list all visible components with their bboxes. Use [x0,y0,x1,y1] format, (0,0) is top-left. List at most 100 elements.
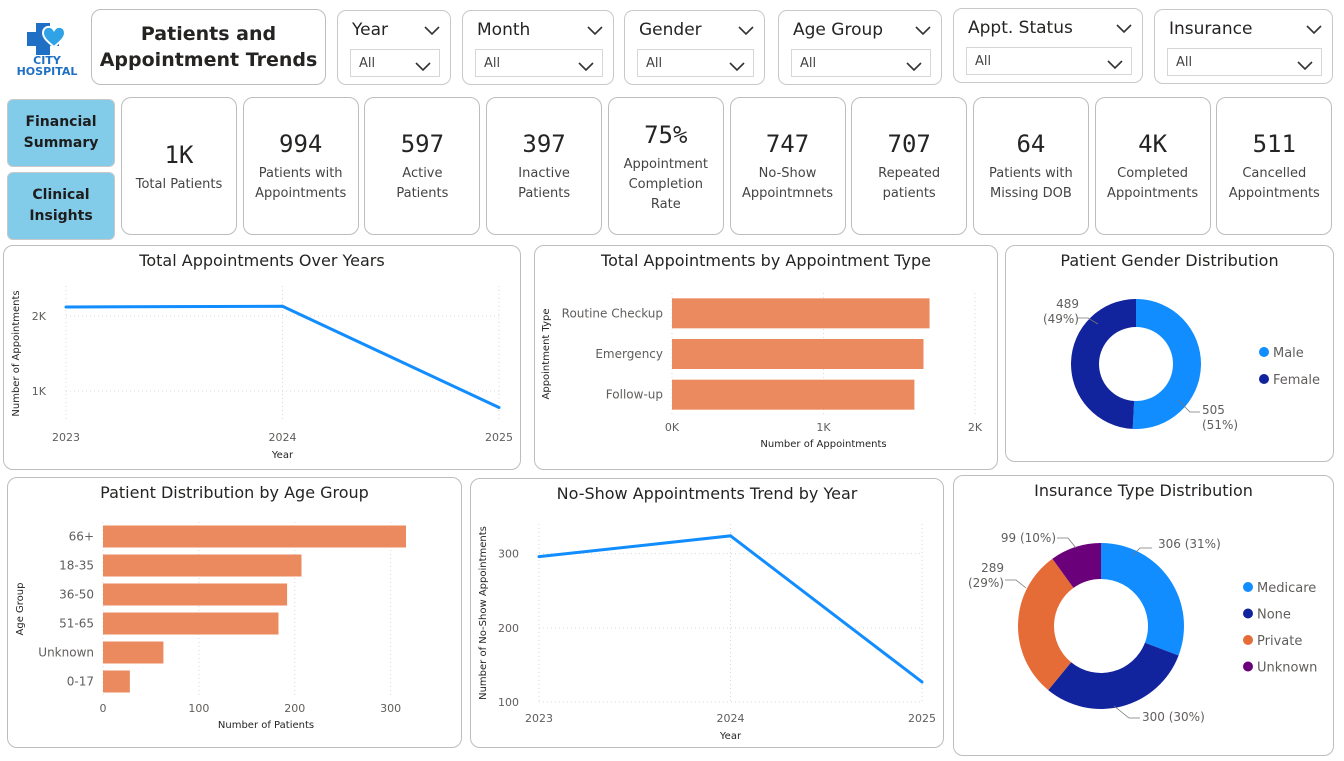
bar [672,298,930,329]
x-tick-label: 2023 [525,712,553,725]
y-axis-title: Number of Appointments [11,290,22,416]
bar [672,379,915,410]
filter-appt-status[interactable]: Appt. Status All [953,8,1143,83]
filter-gender[interactable]: Gender All [624,10,765,85]
chevron-down-icon[interactable] [738,21,754,36]
chevron-down-icon[interactable] [729,57,745,72]
filter-dropdown[interactable]: All [475,49,603,77]
kpi-value: 4K [1138,130,1168,158]
age-group-chart: Patient Distribution by Age Group 0 100 20… [7,477,462,748]
filter-age-group[interactable]: Age Group All [778,10,942,85]
filter-value: All [975,54,992,69]
filter-label: Gender [639,20,702,40]
category-label: 18-35 [59,559,94,573]
kpi-card: 707 Repeated patients [851,97,968,235]
filter-dropdown[interactable]: All [1167,48,1322,76]
legend-label: Medicare [1257,581,1316,596]
chevron-down-icon[interactable] [1107,55,1123,70]
category-label: 0-17 [67,675,94,689]
kpi-card: 4K Completed Appointments [1094,97,1211,235]
kpi-label-line: Total Patients [135,177,223,192]
x-axis-title: Year [719,731,742,742]
financial-line1: Financial [25,114,97,130]
filter-insurance[interactable]: Insurance All [1154,9,1333,84]
kpi-card: 747 No-Show Appointmnets [729,97,846,235]
page-title-line2: Appointment Trends [99,49,318,71]
kpi-label-line: Completed [1117,166,1189,181]
y-axis-title: Appointment Type [541,309,552,400]
filter-month[interactable]: Month All [462,10,614,85]
kpi-card: 994 Patients with Appointments [242,97,359,235]
kpi-label-line: No-Show [758,166,817,181]
filter-dropdown[interactable]: All [350,49,440,77]
appointments-by-type-chart: Total Appointments by Appointment Type 0… [534,245,998,470]
legend-marker [1259,374,1269,384]
insurance-distribution-plot: 306 (31%) 300 (30%) 289(29%) 99 (10%) Medica… [968,531,1317,724]
series-line [65,304,500,409]
legend-label: Unknown [1257,661,1317,676]
kpi-label-line: Cancelled [1242,166,1307,181]
chevron-down-icon[interactable] [1116,19,1132,34]
kpi-value: 1K [164,141,194,169]
appointments-over-years-chart: Total Appointments Over Years 1K 2K 2023 20… [3,245,521,470]
chevron-down-icon[interactable] [587,21,603,36]
legend-marker [1259,347,1269,357]
filter-value: All [646,56,663,71]
leader-line [1005,579,1027,589]
filter-value: All [484,56,501,71]
legend-label: None [1257,608,1291,623]
category-label: Unknown [38,646,94,660]
chevron-down-icon[interactable] [1297,56,1313,71]
kpi-label: No-Show Appointmnets [735,164,841,204]
legend-label: Female [1273,373,1320,388]
kpi-label-line: Appointments [255,186,347,201]
chevron-down-icon[interactable] [915,21,931,36]
kpi-label-line: Active [402,166,443,181]
leader-line [1057,537,1077,549]
x-axis-title: Number of Patients [218,720,314,731]
bar [103,670,130,693]
filter-dropdown[interactable]: All [637,49,754,77]
data-point [281,304,284,308]
filter-year[interactable]: Year All [337,10,451,85]
filter-value: All [359,56,376,71]
filter-value: All [1176,55,1193,70]
kpi-value: 64 [1016,130,1046,158]
kpi-label: Patients with Appointments [248,164,354,204]
legend-marker [1243,661,1253,672]
clinical-insights-button[interactable]: Clinical Insights [7,172,115,240]
data-point [537,555,541,559]
kpi-label: Appointment Completion Rate [613,155,719,215]
kpi-label-line: Appointments [1107,186,1199,201]
y-axis-title: Age Group [15,583,26,636]
financial-summary-button[interactable]: Financial Summary [7,99,115,167]
chevron-down-icon[interactable] [415,57,431,72]
kpi-label: Completed Appointments [1100,164,1206,204]
x-tick-label: 0 [100,702,107,715]
data-point [64,305,68,309]
chevron-down-icon[interactable] [424,21,440,36]
kpi-card: 1K Total Patients [121,97,237,235]
kpi-value: 75% [644,121,688,149]
data-point [497,406,501,409]
kpi-card: 511 Cancelled Appointments [1216,97,1333,235]
donut-slice [1101,543,1184,656]
age-group-plot: 0 100 200 300 66+ 18-35 36-50 51-65 Unknown 0-17 N… [15,522,406,731]
x-tick-label: 2025 [908,712,936,725]
kpi-label-line: Completion [628,177,704,192]
gender-distribution-chart: Patient Gender Distribution 505 (51%) 489(… [1005,245,1334,462]
chevron-down-icon[interactable] [1306,20,1322,35]
filter-value: All [800,56,817,71]
kpi-label: Inactive Patients [491,164,597,204]
kpi-label: Patients with Missing DOB [978,164,1084,204]
filter-dropdown[interactable]: All [791,49,931,77]
y-tick-label: 300 [498,548,519,561]
bar [103,612,279,635]
kpi-label-line: Patients [518,186,571,201]
filter-dropdown[interactable]: All [966,47,1132,75]
chevron-down-icon[interactable] [578,57,594,72]
donut-slice [1048,642,1179,709]
y-tick-label: 2K [32,310,47,323]
chevron-down-icon[interactable] [906,57,922,72]
category-label: Follow-up [606,388,663,402]
